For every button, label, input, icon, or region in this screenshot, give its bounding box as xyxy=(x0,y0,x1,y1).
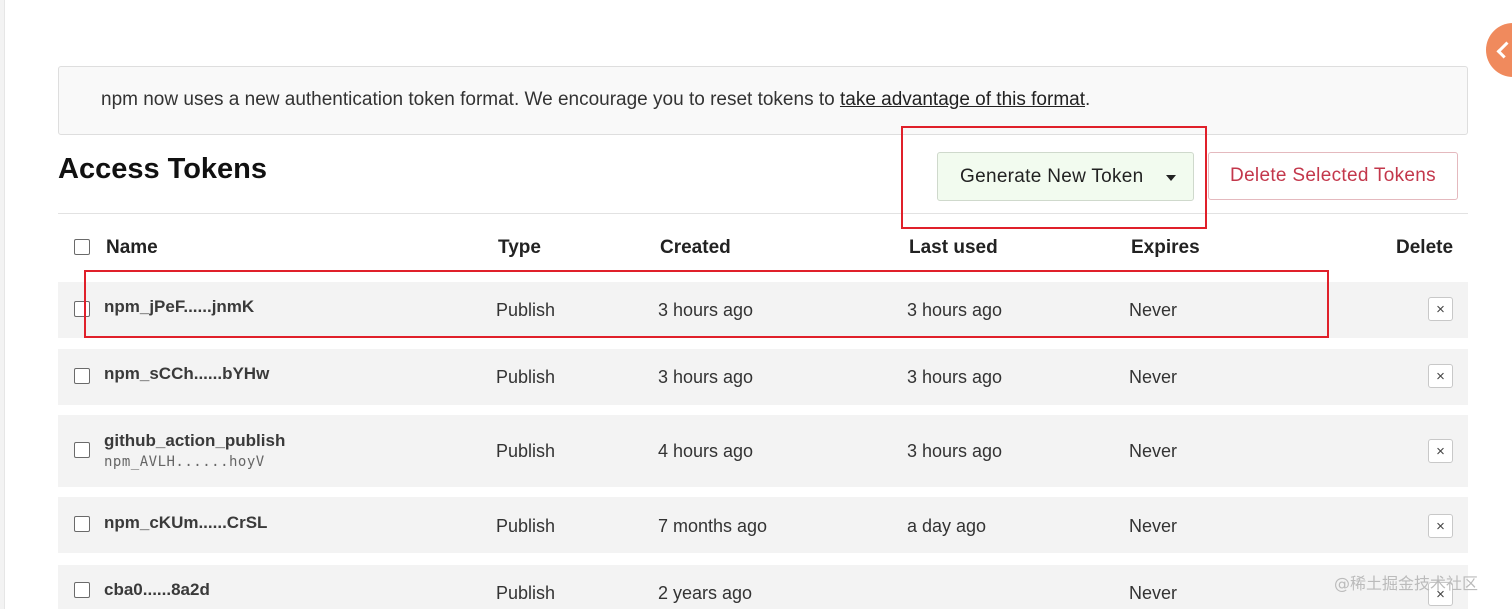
token-type: Publish xyxy=(496,583,556,603)
token-expires: Never xyxy=(1129,367,1178,387)
header-divider xyxy=(58,213,1468,214)
column-header-created: Created xyxy=(660,237,731,258)
token-last-used: a day ago xyxy=(907,516,987,536)
delete-token-button[interactable]: × xyxy=(1428,439,1453,463)
generate-new-token-label: Generate New Token xyxy=(960,165,1144,187)
column-header-delete: Delete xyxy=(1396,237,1454,258)
token-last-used: 3 hours ago xyxy=(907,367,1003,387)
token-expires: Never xyxy=(1129,300,1178,320)
watermark: @稀土掘金技术社区 xyxy=(1334,574,1479,593)
select-all-checkbox[interactable] xyxy=(74,239,90,255)
generate-new-token-button[interactable]: Generate New Token xyxy=(937,152,1194,201)
token-created: 3 hours ago xyxy=(658,367,754,387)
token-type: Publish xyxy=(496,516,556,536)
token-last-used: 3 hours ago xyxy=(907,300,1003,320)
token-format-notice: npm now uses a new authentication token … xyxy=(58,66,1468,135)
close-icon: × xyxy=(1436,367,1445,385)
token-created: 3 hours ago xyxy=(658,300,754,320)
token-created: 7 months ago xyxy=(658,516,768,536)
delete-token-button[interactable]: × xyxy=(1428,364,1453,388)
row-select-checkbox[interactable] xyxy=(74,301,90,317)
row-select-checkbox[interactable] xyxy=(74,442,90,458)
token-id: npm_AVLH......hoyV xyxy=(104,454,265,470)
caret-down-icon xyxy=(1166,175,1176,181)
token-expires: Never xyxy=(1129,516,1178,536)
close-icon: × xyxy=(1436,300,1445,318)
column-header-expires: Expires xyxy=(1131,237,1200,258)
token-row: cba0......8a2d Publish 2 years ago Never… xyxy=(58,565,1468,609)
delete-token-button[interactable]: × xyxy=(1428,514,1453,538)
token-row: npm_jPeF......jnmK Publish 3 hours ago 3… xyxy=(58,282,1468,338)
row-select-checkbox[interactable] xyxy=(74,516,90,532)
row-select-checkbox[interactable] xyxy=(74,582,90,598)
column-header-last-used: Last used xyxy=(909,237,998,258)
token-expires: Never xyxy=(1129,583,1178,603)
close-icon: × xyxy=(1436,442,1445,460)
notice-link[interactable]: take advantage of this format xyxy=(840,89,1085,110)
token-name: npm_cKUm......CrSL xyxy=(104,513,268,532)
left-page-edge xyxy=(0,0,5,609)
delete-selected-tokens-button[interactable]: Delete Selected Tokens xyxy=(1208,152,1458,200)
token-type: Publish xyxy=(496,300,556,320)
token-created: 4 hours ago xyxy=(658,441,754,461)
close-icon: × xyxy=(1436,517,1445,535)
token-expires: Never xyxy=(1129,441,1178,461)
token-created: 2 years ago xyxy=(658,583,753,603)
delete-selected-label: Delete Selected Tokens xyxy=(1230,165,1436,186)
notice-text: npm now uses a new authentication token … xyxy=(101,89,840,110)
floating-action-button[interactable] xyxy=(1486,23,1512,77)
notice-suffix: . xyxy=(1085,89,1091,110)
token-name: cba0......8a2d xyxy=(104,580,210,599)
token-row: github_action_publish npm_AVLH......hoyV… xyxy=(58,415,1468,487)
page-title: Access Tokens xyxy=(58,153,268,185)
token-name: npm_sCCh......bYHw xyxy=(104,364,270,383)
token-name: npm_jPeF......jnmK xyxy=(104,297,255,316)
column-header-name: Name xyxy=(106,237,158,258)
row-select-checkbox[interactable] xyxy=(74,368,90,384)
token-type: Publish xyxy=(496,367,556,387)
delete-token-button[interactable]: × xyxy=(1428,297,1453,321)
column-header-type: Type xyxy=(498,237,541,258)
chevron-left-icon xyxy=(1496,41,1512,59)
token-row: npm_sCCh......bYHw Publish 3 hours ago 3… xyxy=(58,349,1468,405)
token-last-used: 3 hours ago xyxy=(907,441,1003,461)
token-row: npm_cKUm......CrSL Publish 7 months ago … xyxy=(58,497,1468,553)
token-type: Publish xyxy=(496,441,556,461)
token-name: github_action_publish xyxy=(104,431,286,450)
